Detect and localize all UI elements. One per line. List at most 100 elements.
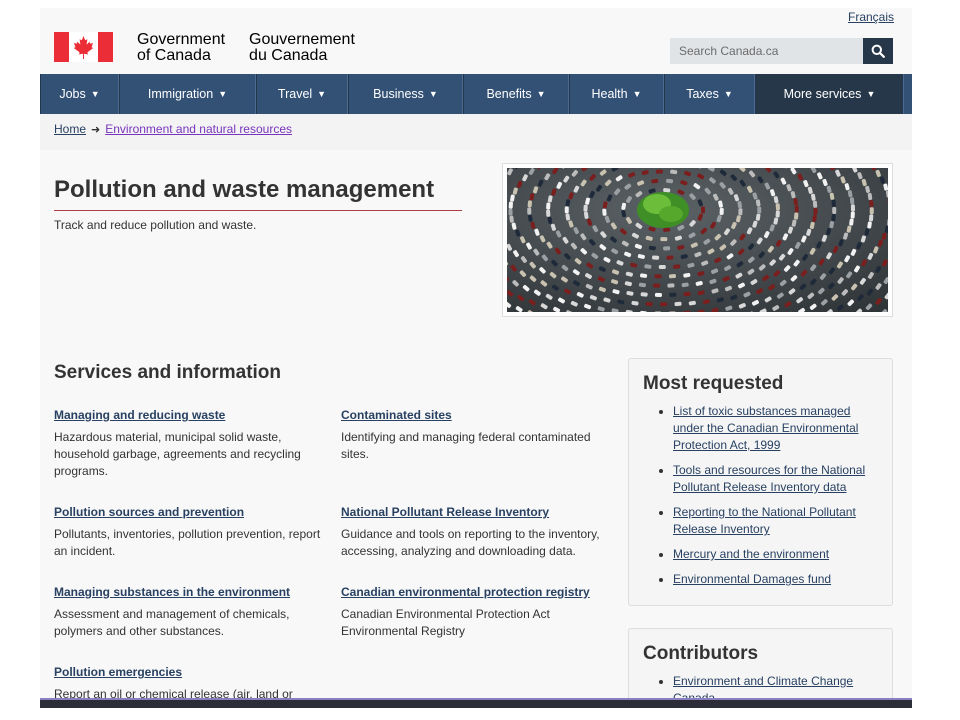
search-button[interactable]	[863, 38, 893, 64]
breadcrumb-environment-link[interactable]: Environment and natural resources	[105, 122, 292, 136]
car-shape	[652, 255, 660, 260]
page-frame: Français Government of Canada Gouverneme…	[40, 8, 912, 708]
service-link-contaminated-sites[interactable]: Contaminated sites	[341, 408, 611, 422]
menu-item-label: Travel	[277, 87, 313, 101]
most-requested-link[interactable]: Reporting to the National Pollutant Rele…	[673, 505, 856, 536]
chevron-down-icon: ▼	[90, 89, 100, 99]
car-shape	[831, 214, 836, 222]
signature-french: Gouvernement du Canada	[249, 32, 355, 64]
car-shape	[775, 210, 780, 218]
service-link-managing-substances[interactable]: Managing substances in the environment	[54, 585, 324, 599]
signature-en-line2: of Canada	[137, 47, 211, 64]
menu-item-label: Business	[373, 87, 424, 101]
service-link-pollution-sources[interactable]: Pollution sources and prevention	[54, 505, 324, 519]
service-item: Pollution sources and prevention Polluta…	[54, 505, 324, 560]
most-requested-link[interactable]: Environmental Damages fund	[673, 572, 831, 586]
contributors-heading: Contributors	[643, 643, 759, 664]
service-link-managing-waste[interactable]: Managing and reducing waste	[54, 408, 324, 422]
service-link-pollution-emergencies[interactable]: Pollution emergencies	[54, 665, 324, 679]
most-requested-panel: Most requested List of toxic substances …	[628, 358, 893, 606]
signature-english: Government of Canada	[137, 32, 225, 64]
menu-item-travel[interactable]: Travel ▼	[256, 74, 348, 114]
most-requested-link[interactable]: List of toxic substances managed under t…	[673, 404, 858, 452]
car-shape	[665, 178, 674, 184]
car-shape	[849, 197, 855, 205]
menu-item-jobs[interactable]: Jobs ▼	[40, 74, 119, 114]
car-shape	[674, 301, 682, 307]
car-shape	[640, 292, 648, 297]
car-shape	[850, 204, 855, 212]
car-shape	[813, 207, 818, 215]
service-link-protection-registry[interactable]: Canadian environmental protection regist…	[341, 585, 611, 599]
list-item: Tools and resources for the National Pol…	[673, 462, 874, 496]
car-shape	[654, 292, 662, 297]
menu-item-label: Immigration	[147, 87, 214, 101]
car-shape	[666, 255, 674, 260]
chevron-down-icon: ▼	[723, 89, 733, 99]
breadcrumb-home-link[interactable]: Home	[54, 122, 86, 136]
menu-item-more-services[interactable]: More services ▼	[755, 74, 904, 114]
service-description: Pollutants, inventories, pollution preve…	[54, 527, 321, 558]
language-toggle-link[interactable]: Français	[848, 10, 894, 24]
chevron-down-icon: ▼	[866, 89, 876, 99]
car-shape	[564, 206, 569, 214]
car-shape	[663, 188, 671, 193]
service-item: Canadian environmental protection regist…	[341, 585, 611, 640]
car-shape	[508, 201, 513, 209]
car-shape	[869, 207, 874, 215]
most-requested-link[interactable]: Tools and resources for the National Pol…	[673, 463, 865, 494]
car-shape	[655, 169, 663, 174]
car-shape	[658, 265, 666, 270]
car-shape	[645, 301, 653, 307]
car-shape	[850, 211, 855, 219]
car-shape	[668, 274, 676, 279]
main-menu: Jobs ▼ Immigration ▼ Travel ▼ Business ▼ Ben…	[40, 74, 912, 114]
most-requested-heading: Most requested	[643, 373, 784, 394]
list-item: Environmental Damages fund	[673, 571, 874, 588]
most-requested-link[interactable]: Mercury and the environment	[673, 547, 829, 561]
service-description: Canadian Environmental Protection Act En…	[341, 607, 550, 638]
car-shape	[869, 200, 874, 208]
chevron-down-icon: ▼	[218, 89, 228, 99]
service-item: Contaminated sites Identifying and manag…	[341, 408, 611, 463]
hero-image-cars-around-trees	[502, 163, 893, 317]
menu-item-label: Taxes	[686, 87, 719, 101]
signature-en-line1: Government	[137, 31, 226, 48]
car-shape	[663, 246, 671, 251]
car-shape	[794, 212, 799, 220]
service-link-npri[interactable]: National Pollutant Release Inventory	[341, 505, 611, 519]
car-shape	[654, 274, 662, 279]
search-input[interactable]	[670, 38, 863, 64]
menu-item-immigration[interactable]: Immigration ▼	[119, 74, 256, 114]
car-shape	[663, 227, 671, 232]
car-shape	[794, 205, 799, 213]
services-heading: Services and information	[54, 362, 282, 383]
service-description: Assessment and management of chemicals, …	[54, 607, 290, 638]
service-description: Hazardous material, municipal solid wast…	[54, 430, 301, 478]
car-shape	[812, 214, 817, 222]
car-shape	[546, 202, 551, 210]
signature-fr-line2: du Canada	[249, 47, 328, 64]
list-item: Reporting to the National Pollutant Rele…	[673, 504, 874, 538]
chevron-down-icon: ▼	[317, 89, 327, 99]
car-shape	[832, 206, 837, 214]
list-item: List of toxic substances managed under t…	[673, 403, 874, 454]
car-shape	[583, 204, 588, 212]
bottom-edge-bar	[40, 698, 912, 708]
government-of-canada-signature[interactable]: Government of Canada Gouvernement du Can…	[54, 32, 355, 64]
car-shape	[667, 283, 675, 288]
car-shape	[669, 292, 677, 297]
menu-item-health[interactable]: Health ▼	[569, 74, 664, 114]
list-item: Mercury and the environment	[673, 546, 874, 563]
car-shape	[653, 283, 661, 288]
car-shape	[660, 302, 668, 307]
menu-item-label: Jobs	[59, 87, 86, 101]
service-item: National Pollutant Release Inventory Gui…	[341, 505, 611, 560]
service-description: Guidance and tools on reporting to the i…	[341, 527, 600, 558]
menu-item-benefits[interactable]: Benefits ▼	[463, 74, 569, 114]
car-shape	[775, 203, 780, 211]
menu-item-taxes[interactable]: Taxes ▼	[664, 74, 755, 114]
chevron-down-icon: ▼	[632, 89, 642, 99]
menu-item-business[interactable]: Business ▼	[348, 74, 463, 114]
car-shape	[701, 206, 705, 214]
